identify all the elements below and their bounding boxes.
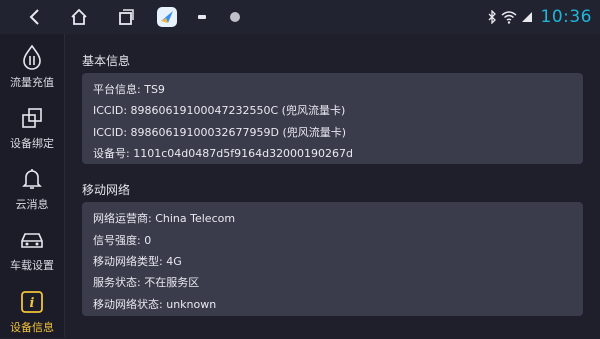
row-value: unknown	[166, 298, 217, 311]
mobile-network-card: 网络运营商: China Telecom 信号强度: 0 移动网络类型: 4G …	[82, 202, 583, 316]
row-value: 不在服务区	[144, 276, 200, 289]
row-label: 信号强度:	[93, 234, 141, 247]
info-icon: i	[19, 289, 45, 315]
sidebar-item-cloud-message[interactable]: 云消息	[0, 156, 64, 216]
sidebar: 流量充值 设备绑定 云消息 车载设置 i 设备信息	[0, 34, 65, 337]
row-value: TS9	[144, 83, 165, 96]
section-title-mobile-network: 移动网络	[82, 183, 131, 197]
sidebar-item-label: 车载设置	[10, 259, 54, 272]
row-value: 1101c04d0487d5f9164d32000190267d	[133, 147, 354, 160]
row-label: 平台信息:	[93, 83, 141, 96]
device-bind-icon	[19, 105, 45, 131]
wifi-icon	[501, 10, 517, 24]
sidebar-item-label: 设备绑定	[10, 137, 54, 150]
row-label: ICCID:	[93, 126, 128, 139]
main-content: 基本信息 平台信息: TS9 ICCID: 898606191000472325…	[65, 34, 600, 337]
notification-dot-icon	[230, 12, 240, 22]
info-row-signal-strength: 信号强度: 0	[93, 232, 151, 248]
info-row-platform: 平台信息: TS9	[93, 81, 165, 97]
info-row-iccid-1: ICCID: 89860619100047232550C (兜风流量卡)	[93, 102, 345, 118]
bluetooth-icon	[487, 10, 497, 24]
bell-icon	[19, 166, 45, 192]
sidebar-item-label: 云消息	[15, 198, 49, 211]
info-row-service-state: 服务状态: 不在服务区	[93, 274, 199, 290]
section-title-basic-info: 基本信息	[82, 54, 131, 68]
row-value: 89860619100047232550C (兜风流量卡)	[130, 104, 346, 117]
row-value: 4G	[166, 255, 182, 268]
signal-icon	[521, 11, 533, 23]
sidebar-item-data-recharge[interactable]: 流量充值	[0, 34, 64, 94]
sidebar-item-car-settings[interactable]: 车载设置	[0, 217, 64, 277]
row-value: 89860619100032677959D (兜风流量卡)	[130, 126, 347, 139]
status-bar: 10:36	[0, 0, 600, 34]
notification-dash-icon	[198, 15, 206, 19]
recents-icon[interactable]	[114, 5, 138, 29]
back-icon[interactable]	[22, 5, 46, 29]
sidebar-item-device-bind[interactable]: 设备绑定	[0, 95, 64, 155]
clock: 10:36	[540, 7, 592, 27]
basic-info-card: 平台信息: TS9 ICCID: 89860619100047232550C (…	[82, 73, 583, 164]
app-icon[interactable]	[157, 7, 177, 27]
sidebar-item-label: 设备信息	[10, 321, 54, 334]
info-row-iccid-2: ICCID: 89860619100032677959D (兜风流量卡)	[93, 124, 346, 140]
row-label: 服务状态:	[93, 276, 141, 289]
row-label: ICCID:	[93, 104, 128, 117]
sidebar-item-label: 流量充值	[10, 76, 54, 89]
row-label: 网络运营商:	[93, 212, 152, 225]
row-label: 移动网络状态:	[93, 298, 163, 311]
info-row-network-type: 移动网络类型: 4G	[93, 253, 182, 269]
sidebar-item-device-info[interactable]: i 设备信息	[0, 279, 64, 339]
info-row-device-id: 设备号: 1101c04d0487d5f9164d32000190267d	[93, 145, 353, 161]
svg-text:i: i	[30, 296, 35, 311]
row-value: 0	[144, 234, 152, 247]
data-recharge-icon	[19, 44, 45, 70]
row-value: China Telecom	[155, 212, 236, 225]
car-icon	[19, 227, 45, 253]
info-row-carrier: 网络运营商: China Telecom	[93, 210, 235, 226]
row-label: 移动网络类型:	[93, 255, 163, 268]
info-row-network-state: 移动网络状态: unknown	[93, 296, 216, 312]
home-icon[interactable]	[67, 5, 91, 29]
row-label: 设备号:	[93, 147, 130, 160]
